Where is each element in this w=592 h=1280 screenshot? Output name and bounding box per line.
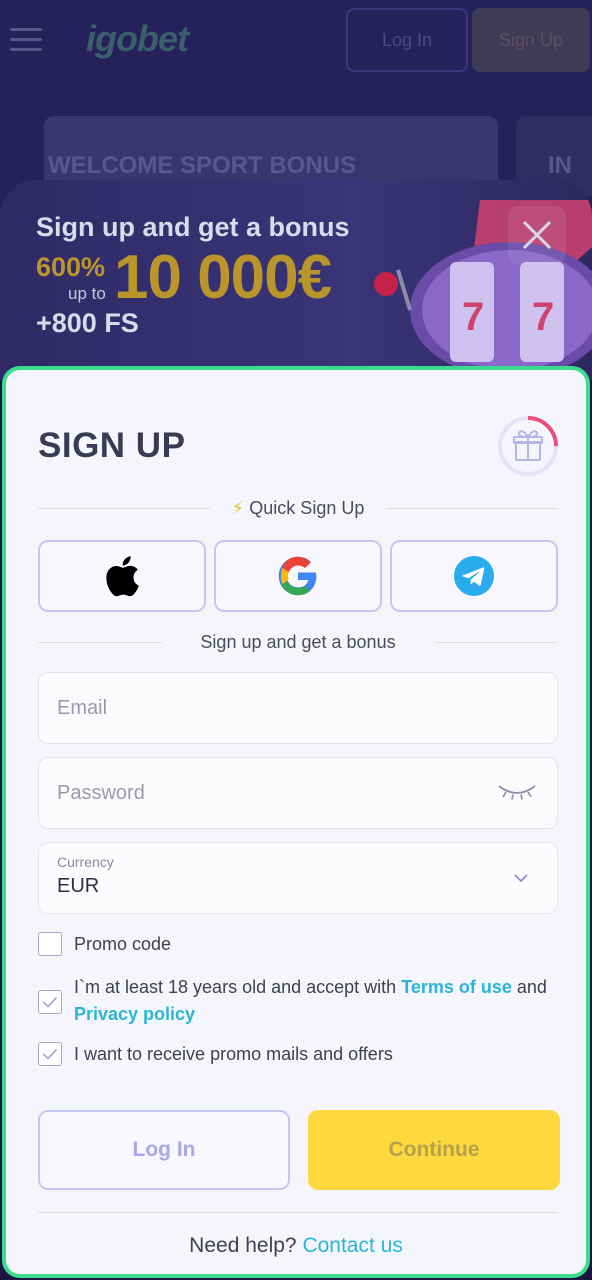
quick-signup-label: Quick Sign Up — [249, 498, 365, 518]
close-icon — [522, 220, 552, 250]
privacy-policy-link[interactable]: Privacy policy — [74, 1004, 195, 1024]
promo-code-label: Promo code — [74, 934, 172, 954]
currency-value: EUR — [57, 875, 100, 897]
need-help-text: Need help? — [189, 1234, 297, 1257]
contact-us-link[interactable]: Contact us — [302, 1234, 402, 1257]
google-signup-button[interactable] — [214, 540, 382, 612]
promo-mails-label: I want to receive promo mails and offers — [74, 1044, 393, 1064]
svg-text:7: 7 — [532, 295, 554, 339]
quick-signup-divider: ⚡ Quick Sign Up — [38, 498, 558, 519]
email-placeholder: Email — [57, 697, 108, 719]
checkmark-icon — [42, 996, 58, 1008]
eye-closed-icon[interactable] — [497, 782, 537, 802]
page-title: SIGN UP — [38, 426, 186, 465]
promo-mails-checkbox[interactable] — [38, 1042, 62, 1066]
apple-signup-button[interactable] — [38, 540, 206, 612]
age-terms-row: I`m at least 18 years old and accept wit… — [38, 974, 558, 1028]
footer-divider — [38, 1212, 558, 1213]
gift-icon — [513, 430, 543, 461]
age-terms-checkbox[interactable] — [38, 990, 62, 1014]
brand-logo: igobet — [86, 18, 189, 59]
checkmark-icon — [42, 1048, 58, 1060]
bonus-banner: Sign up and get a bonus 600% up to 10 00… — [0, 180, 592, 380]
promo-mails-row[interactable]: I want to receive promo mails and offers — [38, 1042, 393, 1066]
lightning-icon: ⚡ — [231, 498, 245, 518]
bonus-title: Sign up and get a bonus — [36, 212, 350, 242]
age-terms-text: I`m at least 18 years old and accept wit… — [74, 977, 397, 997]
google-icon — [278, 556, 317, 596]
promo-code-checkbox[interactable] — [38, 932, 62, 956]
bonus-up-to: up to — [68, 284, 106, 303]
background-banner-2-text: IN — [548, 152, 572, 179]
chevron-down-icon — [514, 874, 528, 883]
apple-icon — [106, 556, 139, 597]
login-button[interactable]: Log In — [38, 1110, 290, 1190]
and-text: and — [516, 977, 547, 997]
email-field[interactable]: Email — [38, 672, 558, 744]
telegram-icon — [454, 556, 494, 596]
help-row: Need help? Contact us — [6, 1234, 586, 1258]
background-login-button: Log In — [346, 8, 468, 72]
svg-text:7: 7 — [462, 295, 484, 339]
background-banner-text: WELCOME SPORT BONUS — [48, 152, 357, 179]
hamburger-menu-icon — [10, 28, 42, 52]
close-button[interactable] — [508, 206, 566, 264]
bonus-divider: Sign up and get a bonus — [38, 632, 559, 653]
bonus-free-spins: +800 FS — [36, 308, 139, 338]
password-placeholder: Password — [57, 782, 145, 804]
continue-button[interactable]: Continue — [308, 1110, 560, 1190]
bonus-amount: 10 000€ — [114, 243, 332, 312]
terms-of-use-link[interactable]: Terms of use — [401, 977, 512, 997]
telegram-signup-button[interactable] — [390, 540, 558, 612]
bonus-divider-label: Sign up and get a bonus — [200, 632, 396, 652]
promo-code-row[interactable]: Promo code — [38, 932, 171, 956]
currency-select[interactable]: Currency EUR — [38, 842, 558, 914]
signup-sheet: SIGN UP ⚡ Quick Sign Up Sign up and get … — [2, 366, 590, 1278]
password-field[interactable]: Password — [38, 757, 558, 829]
background-signup-button: Sign Up — [472, 8, 590, 72]
gift-progress[interactable] — [496, 414, 560, 478]
bonus-percent: 600% — [36, 252, 106, 282]
currency-label: Currency — [57, 854, 114, 870]
